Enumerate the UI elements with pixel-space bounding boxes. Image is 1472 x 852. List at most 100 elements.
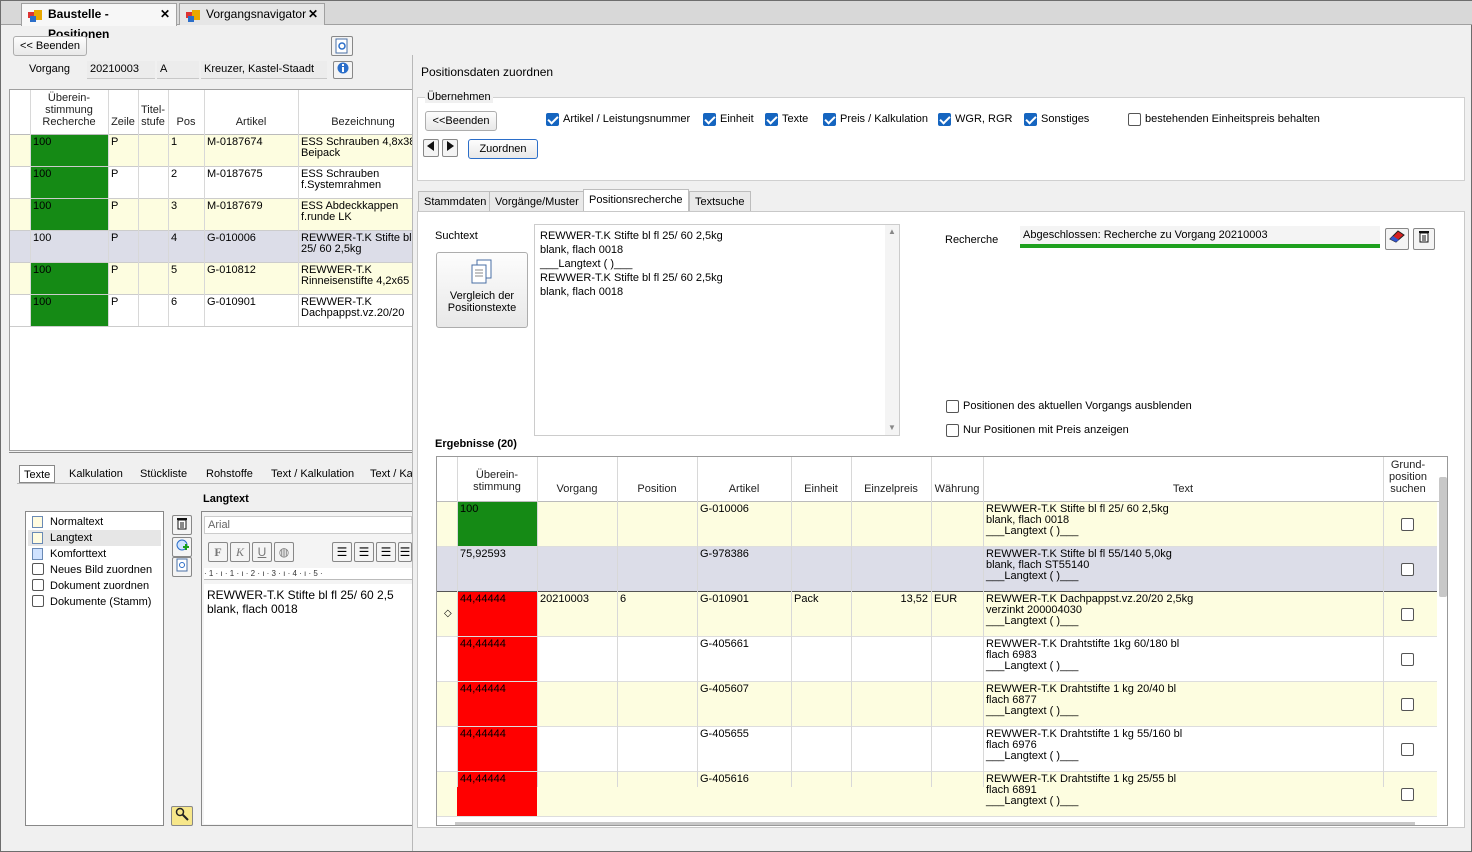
table-row[interactable]: 100 P 2 M-0187675 ESS Schrauben f.Systemrahm… <box>10 167 414 199</box>
column-header-vorgang[interactable]: Vorgang <box>537 483 617 495</box>
tab-stammdaten[interactable]: Stammdaten <box>418 191 493 211</box>
table-row[interactable]: 44,44444 G-405661 REWWER-T.K Drahtstifte 1… <box>437 637 1437 682</box>
column-header-artikel[interactable]: Artikel <box>697 483 791 495</box>
table-row[interactable]: 100 P 4 G-010006 REWWER-T.K Stifte bl 25/ 60… <box>10 231 414 263</box>
info-icon[interactable] <box>333 61 353 79</box>
customer-field[interactable]: Kreuzer, Kastel-Staadt <box>201 61 327 79</box>
checkbox[interactable] <box>32 595 44 607</box>
table-row[interactable]: 44,44444 G-405616 REWWER-T.K Drahtstifte 1… <box>437 772 1437 817</box>
table-row[interactable]: ◇ 44,44444 20210003 6 G-010901 Pack 13,52 EUR RE… <box>437 592 1437 637</box>
column-header-einzelpreis[interactable]: Einzelpreis <box>851 483 931 495</box>
document-search-icon[interactable] <box>172 557 192 577</box>
close-icon[interactable]: ✕ <box>308 4 318 24</box>
checkbox[interactable] <box>32 579 44 591</box>
tab-textsuche[interactable]: Textsuche <box>689 191 751 211</box>
checkbox[interactable] <box>32 563 44 575</box>
vertical-scrollbar[interactable] <box>1439 477 1447 597</box>
text-type-item[interactable]: Komforttext <box>28 546 161 562</box>
grundposition-checkbox[interactable] <box>1401 608 1414 621</box>
tab-rohstoffe[interactable]: Rohstoffe <box>206 465 253 483</box>
grundposition-checkbox[interactable] <box>1401 788 1414 801</box>
vergleich-button[interactable]: Vergleich der Positionstexte <box>436 252 528 328</box>
align-right-icon[interactable]: ☰ <box>376 542 396 562</box>
tab-baustelle-positionen[interactable]: Baustelle - Positionen ✕ <box>21 3 177 41</box>
panel-beenden-button[interactable]: <<Beenden <box>425 111 497 131</box>
key-search-icon[interactable] <box>171 806 193 826</box>
text-type-item[interactable]: Langtext <box>28 530 161 546</box>
table-row[interactable]: 100 P 5 G-010812 REWWER-T.K Rinneisenstifte … <box>10 263 414 295</box>
column-header-position[interactable]: Position <box>617 483 697 495</box>
tab-stueckliste[interactable]: Stückliste <box>140 465 187 483</box>
column-header-uebereinstimmung[interactable]: Überein- stimmung <box>457 469 537 493</box>
column-header-waehrung[interactable]: Währung <box>931 483 983 495</box>
tab-kalkulation[interactable]: Kalkulation <box>69 465 123 483</box>
column-header-grundposition[interactable]: Grund- position suchen <box>1383 459 1433 495</box>
option-checkbox[interactable] <box>765 113 778 126</box>
option-checkbox[interactable] <box>1128 113 1141 126</box>
column-header-titelstufe[interactable]: Titel- stufe <box>138 104 168 128</box>
tab-vorgaenge-muster[interactable]: Vorgänge/Muster <box>489 191 585 211</box>
grundposition-checkbox[interactable] <box>1401 698 1414 711</box>
column-divider <box>204 90 205 326</box>
column-header-einheit[interactable]: Einheit <box>791 483 851 495</box>
justify-icon[interactable]: ☰ <box>398 542 412 562</box>
table-row[interactable]: 100 P 6 G-010901 REWWER-T.K Dachpappst.vz.20… <box>10 295 414 327</box>
tab-text-kalkulation[interactable]: Text / Kalkulation <box>271 465 354 483</box>
column-header-pos[interactable]: Pos <box>168 116 204 128</box>
column-header-bezeichnung[interactable]: Bezeichnung <box>298 116 428 128</box>
column-header-artikel[interactable]: Artikel <box>204 116 298 128</box>
table-row[interactable]: 44,44444 G-405655 REWWER-T.K Drahtstifte 1… <box>437 727 1437 772</box>
column-header-match[interactable]: Überein- stimmung Recherche <box>30 92 108 128</box>
option-checkbox[interactable] <box>546 113 559 126</box>
hide-current-checkbox[interactable] <box>946 400 959 413</box>
previous-icon[interactable] <box>423 139 439 157</box>
bold-icon[interactable]: F <box>208 542 228 562</box>
option-checkbox[interactable] <box>703 113 716 126</box>
close-icon[interactable]: ✕ <box>160 4 170 24</box>
text-type-item[interactable]: Dokumente (Stamm) <box>28 594 161 610</box>
editor-content[interactable]: REWWER-T.K Stifte bl fl 25/ 60 2,5 blank… <box>204 584 412 824</box>
table-row[interactable]: 100 G-010006 REWWER-T.K Stifte bl fl 25/ 6… <box>437 502 1437 547</box>
grundposition-checkbox[interactable] <box>1401 743 1414 756</box>
zuordnen-button[interactable]: Zuordnen <box>468 139 538 159</box>
trash-icon[interactable] <box>1413 228 1435 250</box>
table-row[interactable]: 100 P 3 M-0187679 ESS Abdeckkappen f.runde L… <box>10 199 414 231</box>
scrollbar[interactable]: ▲ ▼ <box>885 225 899 435</box>
beenden-button[interactable]: << Beenden <box>13 36 87 56</box>
add-document-icon[interactable] <box>172 537 192 557</box>
text-type-item[interactable]: Neues Bild zuordnen <box>28 562 161 578</box>
text-type-item[interactable]: Dokument zuordnen <box>28 578 161 594</box>
text-type-item[interactable]: Normaltext <box>28 514 161 530</box>
align-left-icon[interactable]: ☰ <box>332 542 352 562</box>
text-cell: REWWER-T.K Drahtstifte 1kg 60/180 bl fla… <box>986 638 1180 672</box>
document-search-icon[interactable] <box>331 36 353 56</box>
tab-text-ka[interactable]: Text / Ka <box>370 465 413 483</box>
underline-icon[interactable]: U <box>252 542 272 562</box>
color-picker-icon[interactable]: ◍ <box>274 542 294 562</box>
table-row[interactable]: 75,92593 G-978386 REWWER-T.K Stifte bl fl … <box>437 547 1437 592</box>
table-row[interactable]: 100 P 1 M-0187674 ESS Schrauben 4,8x38 Beipa… <box>10 135 414 167</box>
grundposition-checkbox[interactable] <box>1401 653 1414 666</box>
tab-vorgangsnavigator[interactable]: Vorgangsnavigator ✕ <box>179 3 325 25</box>
grundposition-checkbox[interactable] <box>1401 563 1414 576</box>
option-checkbox[interactable] <box>938 113 951 126</box>
horizontal-scrollbar[interactable] <box>455 822 1415 825</box>
grundposition-checkbox[interactable] <box>1401 518 1414 531</box>
font-name-field[interactable]: Arial <box>204 516 412 534</box>
column-header-zeile[interactable]: Zeile <box>108 116 138 128</box>
vorgang-number-field[interactable]: 20210003 <box>87 61 155 79</box>
option-checkbox[interactable] <box>1024 113 1037 126</box>
price-only-checkbox[interactable] <box>946 424 959 437</box>
vorgang-code-field[interactable]: A <box>157 61 199 79</box>
tab-texte[interactable]: Texte <box>19 465 56 483</box>
suchtext-area[interactable]: REWWER-T.K Stifte bl fl 25/ 60 2,5kg bla… <box>534 224 900 436</box>
eraser-icon[interactable] <box>1385 228 1409 250</box>
tab-positionsrecherche[interactable]: Positionsrecherche <box>583 189 689 211</box>
column-header-text[interactable]: Text <box>983 483 1383 495</box>
next-icon[interactable] <box>442 139 458 157</box>
trash-icon[interactable] <box>172 515 192 535</box>
italic-icon[interactable]: K <box>230 542 250 562</box>
table-row[interactable]: 44,44444 G-405607 REWWER-T.K Drahtstifte 1… <box>437 682 1437 727</box>
align-center-icon[interactable]: ☰ <box>354 542 374 562</box>
option-checkbox[interactable] <box>823 113 836 126</box>
